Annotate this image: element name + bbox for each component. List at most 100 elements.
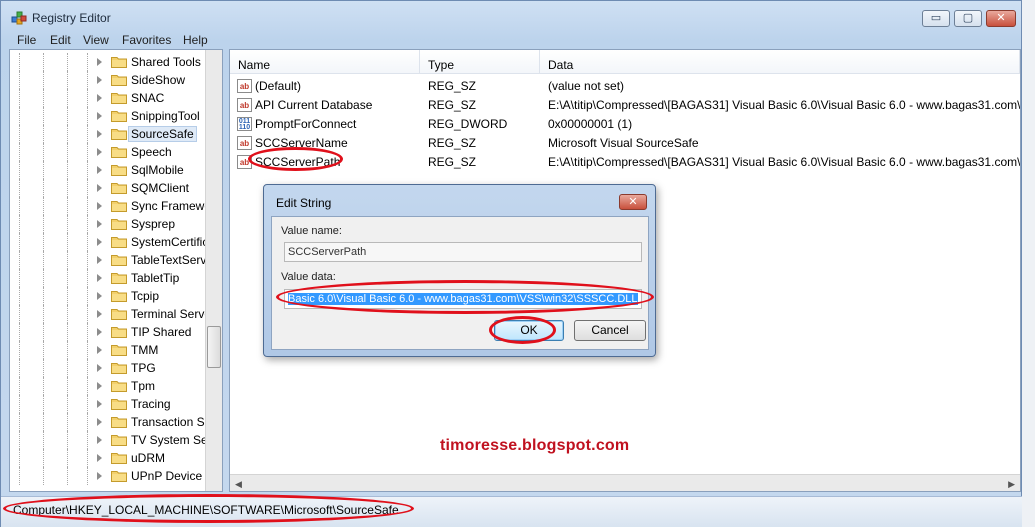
tree-item[interactable]: Shared Tools L — [10, 53, 211, 71]
value-data-field[interactable]: Basic 6.0\Visual Basic 6.0 - www.bagas31… — [284, 289, 642, 309]
tree-item[interactable]: TMM — [10, 341, 208, 359]
folder-icon — [111, 75, 127, 86]
expand-arrow-icon[interactable] — [97, 400, 102, 408]
cancel-button[interactable]: Cancel — [574, 320, 646, 341]
string-value-icon: ab — [237, 136, 252, 150]
column-header-data[interactable]: Data — [540, 50, 1020, 74]
expand-arrow-icon[interactable] — [97, 202, 102, 210]
expand-arrow-icon[interactable] — [97, 130, 102, 138]
folder-icon — [111, 381, 127, 392]
expand-arrow-icon[interactable] — [97, 94, 102, 102]
tree-item[interactable]: SQMClient — [10, 179, 208, 197]
expand-arrow-icon[interactable] — [97, 328, 102, 336]
tree-item-label: Speech — [131, 145, 172, 159]
value-data: E:\A\titip\Compressed\[BAGAS31] Visual B… — [548, 98, 1021, 112]
tree-item[interactable]: uDRM — [10, 449, 208, 467]
expand-arrow-icon[interactable] — [97, 418, 102, 426]
list-horizontal-scrollbar[interactable]: ◀ ▶ — [230, 474, 1020, 491]
expand-arrow-icon[interactable] — [97, 256, 102, 264]
tree-item[interactable]: Sysprep — [10, 215, 208, 233]
dialog-close-button[interactable]: ✕ — [619, 194, 647, 210]
registry-value-row[interactable]: ab (Default) REG_SZ (value not set) — [230, 77, 1020, 96]
menu-edit[interactable]: Edit — [50, 33, 71, 47]
dialog-body: Value name: SCCServerPath Value data: Ba… — [271, 216, 649, 350]
expand-arrow-icon[interactable] — [97, 238, 102, 246]
expand-arrow-icon[interactable] — [97, 148, 102, 156]
value-name: SCCServerPath — [255, 155, 341, 169]
value-name-field: SCCServerPath — [284, 242, 642, 262]
expand-arrow-icon[interactable] — [97, 220, 102, 228]
menu-view[interactable]: View — [83, 33, 109, 47]
folder-icon — [111, 237, 127, 248]
expand-arrow-icon[interactable] — [97, 58, 102, 66]
expand-arrow-icon[interactable] — [97, 76, 102, 84]
tree-item[interactable]: SqlMobile — [10, 161, 208, 179]
tree-vertical-scrollbar[interactable] — [205, 50, 222, 491]
menu-help[interactable]: Help — [183, 33, 208, 47]
maximize-icon: ▢ — [962, 12, 974, 24]
key-tree-pane[interactable]: Shared Tools L SideShow SNAC SnippingTool So… — [9, 49, 223, 492]
expand-arrow-icon[interactable] — [97, 346, 102, 354]
tree-item[interactable]: TabletTip — [10, 269, 208, 287]
tree-item[interactable]: TPG — [10, 359, 208, 377]
minimize-button[interactable]: ▭ — [922, 10, 950, 27]
tree-item[interactable]: Transaction Se — [10, 413, 212, 431]
tree-item[interactable]: SnippingTool — [10, 107, 208, 125]
tree-item-label: uDRM — [131, 451, 166, 465]
expand-arrow-icon[interactable] — [97, 472, 102, 480]
scroll-right-icon[interactable]: ▶ — [1008, 479, 1015, 490]
expand-arrow-icon[interactable] — [97, 166, 102, 174]
folder-icon — [111, 345, 127, 356]
expand-arrow-icon[interactable] — [97, 382, 102, 390]
tree-item[interactable]: Sync Framewo — [10, 197, 211, 215]
folder-icon — [111, 399, 127, 410]
tree-item[interactable]: SNAC — [10, 89, 208, 107]
tree-item[interactable]: Tpm — [10, 377, 208, 395]
column-header-name[interactable]: Name — [230, 50, 420, 74]
expand-arrow-icon[interactable] — [97, 184, 102, 192]
window-title: Registry Editor — [32, 11, 111, 25]
string-value-icon: ab — [237, 155, 252, 169]
registry-value-row[interactable]: ab API Current Database REG_SZ E:\A\titip\C… — [230, 96, 1020, 115]
tree-item[interactable]: TIP Shared — [10, 323, 208, 341]
menu-favorites[interactable]: Favorites — [122, 33, 171, 47]
scroll-left-icon[interactable]: ◀ — [235, 479, 242, 490]
tree-item[interactable]: TV System Serv — [10, 431, 218, 449]
tree-item[interactable]: UPnP Device H — [10, 467, 214, 485]
expand-arrow-icon[interactable] — [97, 112, 102, 120]
registry-value-row[interactable]: 011 110 PromptForConnect REG_DWORD 0x0000000… — [230, 115, 1020, 134]
ok-button[interactable]: OK — [494, 320, 564, 341]
background-strip — [1022, 0, 1035, 527]
tree-scroll-thumb[interactable] — [207, 326, 221, 368]
maximize-button[interactable]: ▢ — [954, 10, 982, 27]
tree-item-label: Transaction Se — [131, 415, 212, 429]
folder-icon — [111, 417, 127, 428]
value-name: API Current Database — [255, 98, 373, 112]
expand-arrow-icon[interactable] — [97, 364, 102, 372]
tree-item[interactable]: SideShow — [10, 71, 208, 89]
tree-item-label: SideShow — [131, 73, 186, 87]
close-button[interactable]: ✕ — [986, 10, 1016, 27]
expand-arrow-icon[interactable] — [97, 274, 102, 282]
tree-item-label: Tpm — [131, 379, 155, 393]
menu-file[interactable]: File — [17, 33, 36, 47]
menu-bar: File Edit View Favorites Help — [9, 31, 1021, 49]
watermark-text: timoresse.blogspot.com — [440, 437, 630, 454]
expand-arrow-icon[interactable] — [97, 454, 102, 462]
registry-value-row[interactable]: ab SCCServerName REG_SZ Microsoft Visual So… — [230, 134, 1020, 153]
column-header-type[interactable]: Type — [420, 50, 540, 74]
folder-icon — [111, 219, 127, 230]
tree-item[interactable]: Tracing — [10, 395, 208, 413]
tree-item[interactable]: SystemCertific — [10, 233, 208, 251]
tree-item[interactable]: Tcpip — [10, 287, 208, 305]
tree-item-label: Shared Tools L — [131, 55, 211, 69]
tree-item[interactable]: SourceSafe — [10, 125, 208, 143]
expand-arrow-icon[interactable] — [97, 436, 102, 444]
expand-arrow-icon[interactable] — [97, 310, 102, 318]
expand-arrow-icon[interactable] — [97, 292, 102, 300]
tree-item[interactable]: TableTextServi — [10, 251, 209, 269]
tree-item[interactable]: Terminal Serve — [10, 305, 211, 323]
tree-item[interactable]: Speech — [10, 143, 208, 161]
registry-value-row[interactable]: ab SCCServerPath REG_SZ E:\A\titip\Compress… — [230, 153, 1020, 172]
folder-icon — [111, 309, 127, 320]
